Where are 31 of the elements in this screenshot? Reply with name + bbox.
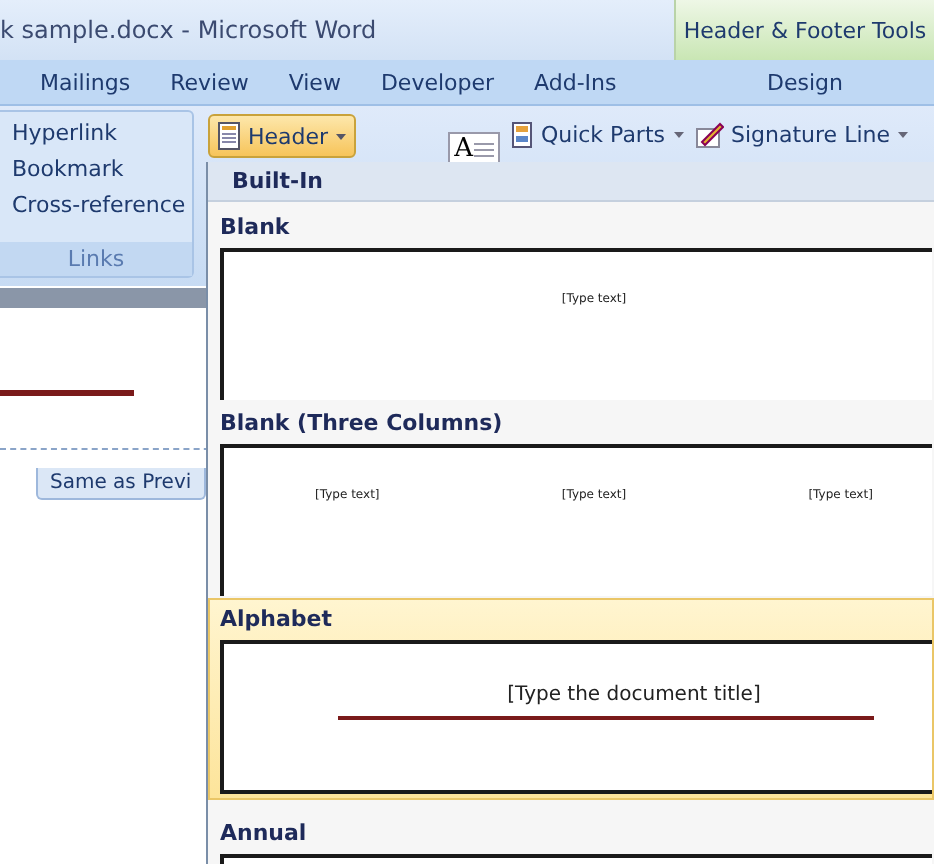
gallery-item-title: Annual	[220, 818, 309, 850]
group-label: Links	[0, 242, 192, 276]
ribbon-command[interactable]: Cross-reference	[0, 188, 192, 224]
ribbon-command[interactable]: Bookmark	[0, 152, 192, 188]
caret-icon	[673, 132, 683, 138]
ribbon-tab[interactable]: Developer	[380, 69, 495, 95]
gallery-section-title: Built-In	[208, 162, 934, 202]
ribbon-command[interactable]: Hyperlink	[0, 116, 192, 152]
caret-icon	[898, 132, 908, 138]
ribbon-tab[interactable]: Add-Ins	[534, 69, 617, 95]
lines-icon	[474, 139, 495, 159]
window-title: k sample.docx - Microsoft Word	[0, 16, 379, 44]
document-icon	[218, 122, 240, 150]
gallery-item[interactable]: Annual	[208, 812, 934, 864]
parts-icon	[512, 122, 533, 148]
gallery-item-title: Blank	[220, 212, 292, 244]
gallery-item[interactable]: Alphabet [Type the document title]	[208, 598, 934, 800]
contextual-tab-title: Header & Footer Tools	[674, 0, 934, 60]
quick-parts-button[interactable]: Quick Parts	[512, 114, 683, 156]
signature-line-button[interactable]: Signature Line	[695, 114, 908, 156]
ribbon-tab[interactable]: Mailings	[40, 69, 131, 95]
ribbon-tab[interactable]: Design	[676, 69, 934, 95]
caret-icon	[336, 133, 347, 139]
header-link-tag: Same as Previ	[36, 468, 206, 500]
gallery-item-title: Alphabet	[220, 604, 335, 636]
gallery-item-title: Blank (Three Columns)	[220, 408, 505, 440]
ribbon-tab[interactable]: View	[288, 69, 341, 95]
pen-icon	[695, 122, 723, 148]
ribbon-tab[interactable]: Review	[170, 69, 249, 95]
header-button[interactable]: Header	[208, 114, 357, 158]
placeholder-text: [Type the document title]	[505, 684, 761, 706]
